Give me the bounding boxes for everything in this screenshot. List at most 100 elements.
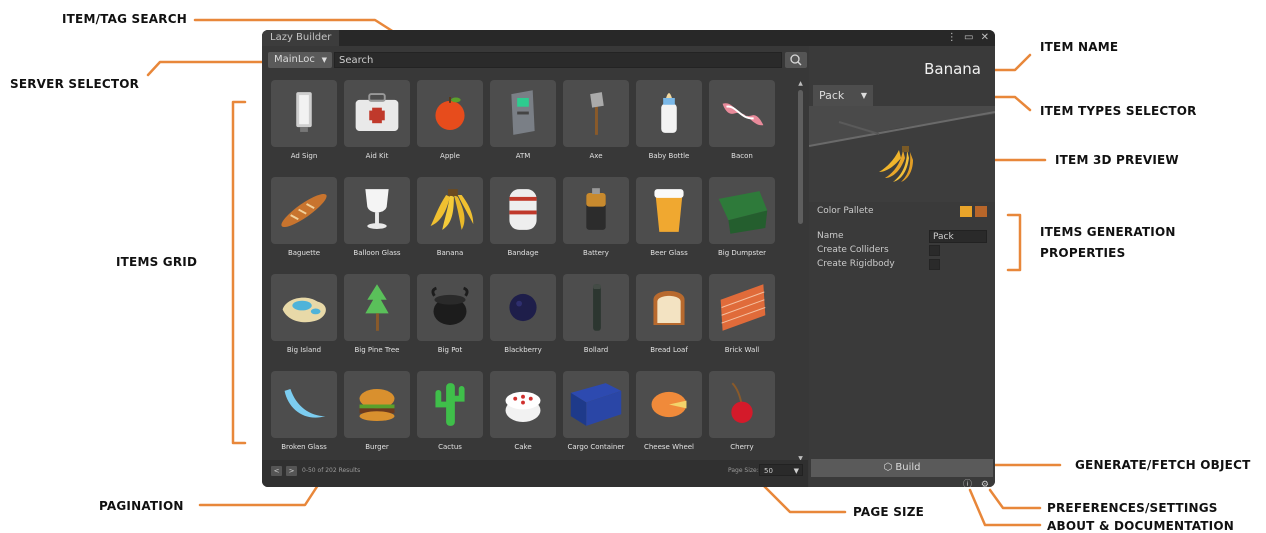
battery-icon: [563, 177, 629, 244]
grid-item[interactable]: Blackberry: [488, 274, 558, 360]
bread-loaf-icon: [636, 274, 702, 341]
more-options-icon[interactable]: ⋮: [947, 32, 957, 43]
grid-item[interactable]: Cake: [488, 371, 558, 457]
bacon-icon: [709, 80, 775, 147]
callout-server-selector: SERVER SELECTOR: [10, 77, 140, 91]
banana-icon: [879, 146, 913, 182]
cake-icon: [490, 371, 556, 438]
items-browser: MainLoc ▼ Search Ad Sign Aid Kit Apple ATM A…: [262, 46, 808, 487]
banana-icon: [417, 177, 483, 244]
title-bar: Lazy Builder ⋮ ▭ ✕: [262, 30, 995, 46]
grid-item-label: Brick Wall: [724, 346, 760, 354]
callout-item-name: ITEM NAME: [1040, 40, 1119, 54]
cargo-container-icon: [563, 371, 629, 438]
callout-preferences-settings: PREFERENCES/SETTINGS: [1047, 501, 1218, 515]
grid-item[interactable]: Beer Glass: [634, 177, 704, 263]
server-selector-label: MainLoc: [274, 54, 315, 65]
results-count: 0-50 of 202 Results: [302, 467, 361, 474]
blackberry-icon: [490, 274, 556, 341]
callout-items-generation-line1: ITEMS GENERATION: [1040, 225, 1176, 239]
callout-generate-fetch-object: GENERATE/FETCH OBJECT: [1075, 458, 1251, 472]
grid-item[interactable]: Bread Loaf: [634, 274, 704, 360]
grid-item[interactable]: Aid Kit: [342, 80, 412, 166]
grid-item[interactable]: Baby Bottle: [634, 80, 704, 166]
brick-wall-icon: [709, 274, 775, 341]
grid-item[interactable]: Bandage: [488, 177, 558, 263]
create-rigidbody-label: Create Rigidbody: [817, 259, 895, 269]
callout-items-generation-line2: PROPERTIES: [1040, 246, 1126, 260]
server-selector[interactable]: MainLoc ▼: [268, 52, 332, 68]
beer-glass-icon: [636, 177, 702, 244]
item-details-panel: Banana Pack ▼ Color Pallete Name Pack Cr…: [809, 46, 995, 487]
create-colliders-label: Create Colliders: [817, 245, 889, 255]
scroll-up-icon[interactable]: ▲: [796, 80, 805, 87]
grid-item[interactable]: Broken Glass: [269, 371, 339, 457]
grid-item[interactable]: Apple: [415, 80, 485, 166]
burger-icon: [344, 371, 410, 438]
grid-item[interactable]: Cargo Container: [561, 371, 631, 457]
chevron-down-icon: ▼: [860, 91, 867, 100]
chevron-down-icon: ▼: [321, 56, 327, 64]
grid-item[interactable]: Big Dumpster: [707, 177, 777, 263]
preview-scene: [809, 106, 995, 182]
ad-sign-icon: [271, 80, 337, 147]
balloon-glass-icon: [344, 177, 410, 244]
grid-item[interactable]: Battery: [561, 177, 631, 263]
grid-item[interactable]: Brick Wall: [707, 274, 777, 360]
search-bar: MainLoc ▼ Search: [268, 52, 807, 68]
grid-item[interactable]: Axe: [561, 80, 631, 166]
next-page-button[interactable]: >: [286, 466, 297, 476]
broken-glass-icon: [271, 371, 337, 438]
scrollbar-thumb[interactable]: [798, 90, 803, 224]
atm-icon: [490, 80, 556, 147]
color-swatch-2[interactable]: [975, 206, 987, 217]
footer-icons: ⓘ ⚙: [957, 477, 989, 487]
item-types-selector[interactable]: Pack ▼: [813, 85, 873, 107]
item-type-value: Pack: [819, 89, 845, 102]
grid-item[interactable]: Balloon Glass: [342, 177, 412, 263]
cube-icon: ⬡: [883, 462, 893, 473]
apple-icon: [417, 80, 483, 147]
grid-item[interactable]: Big Pine Tree: [342, 274, 412, 360]
search-input[interactable]: Search: [334, 52, 782, 68]
grid-item[interactable]: Baguette: [269, 177, 339, 263]
build-button[interactable]: ⬡ Build: [811, 459, 993, 477]
prev-page-button[interactable]: <: [271, 466, 282, 476]
search-button[interactable]: [785, 52, 807, 68]
pagination-bar: < > 0-50 of 202 Results Page Size: 50 ▼: [262, 460, 808, 487]
window-controls: ⋮ ▭ ✕: [943, 30, 989, 46]
close-icon[interactable]: ✕: [981, 32, 989, 43]
page-size-label: Page Size:: [728, 467, 759, 474]
callout-item-types-selector: ITEM TYPES SELECTOR: [1040, 104, 1197, 118]
grid-item[interactable]: Ad Sign: [269, 80, 339, 166]
grid-item[interactable]: Burger: [342, 371, 412, 457]
create-rigidbody-checkbox[interactable]: [929, 259, 940, 270]
name-field[interactable]: Pack: [929, 230, 987, 243]
big-dumpster-icon: [709, 177, 775, 244]
color-swatch-1[interactable]: [960, 206, 972, 217]
item-3d-preview[interactable]: [809, 106, 995, 202]
axe-icon: [563, 80, 629, 147]
grid-item[interactable]: Cherry: [707, 371, 777, 457]
grid-item[interactable]: Cheese Wheel: [634, 371, 704, 457]
grid-item[interactable]: Banana: [415, 177, 485, 263]
create-colliders-checkbox[interactable]: [929, 245, 940, 256]
callout-about-documentation: ABOUT & DOCUMENTATION: [1047, 519, 1234, 533]
page-size-select[interactable]: 50 ▼: [759, 464, 803, 476]
cactus-icon: [417, 371, 483, 438]
callout-items-grid: ITEMS GRID: [116, 255, 198, 269]
lazy-builder-window: Lazy Builder ⋮ ▭ ✕ MainLoc ▼ Search Ad S…: [262, 30, 995, 487]
callout-page-size: PAGE SIZE: [853, 505, 925, 519]
grid-item[interactable]: Big Pot: [415, 274, 485, 360]
gear-icon[interactable]: ⚙: [981, 480, 989, 487]
vertical-scrollbar[interactable]: ▲ ▼: [796, 80, 805, 462]
info-icon[interactable]: ⓘ: [963, 480, 972, 487]
window-tab[interactable]: Lazy Builder: [262, 30, 340, 46]
maximize-icon[interactable]: ▭: [964, 32, 973, 43]
grid-item[interactable]: Cactus: [415, 371, 485, 457]
grid-item[interactable]: ATM: [488, 80, 558, 166]
grid-item[interactable]: Big Island: [269, 274, 339, 360]
bandage-icon: [490, 177, 556, 244]
grid-item[interactable]: Bollard: [561, 274, 631, 360]
grid-item[interactable]: Bacon: [707, 80, 777, 166]
